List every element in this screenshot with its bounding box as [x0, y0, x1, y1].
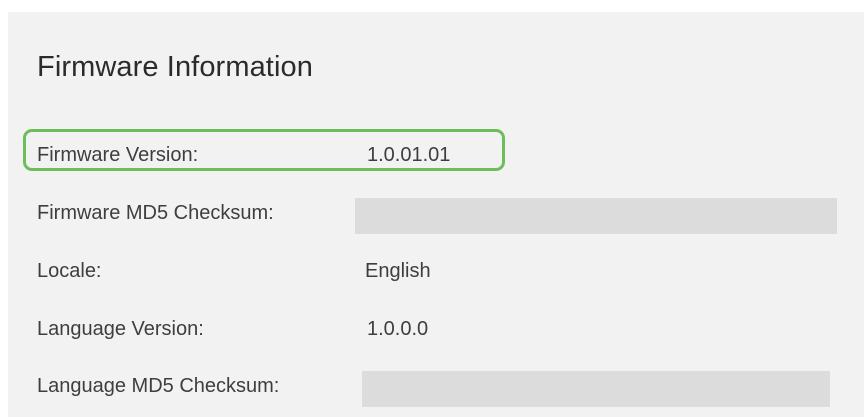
locale-label: Locale: — [37, 260, 102, 282]
firmware-version-value: 1.0.01.01 — [367, 144, 451, 166]
firmware-version-label: Firmware Version: — [37, 144, 199, 166]
locale-value: English — [365, 260, 431, 282]
language-version-value: 1.0.0.0 — [367, 318, 429, 340]
section-title: Firmware Information — [37, 51, 313, 83]
firmware-md5-checksum-label: Firmware MD5 Checksum: — [37, 202, 274, 224]
firmware-md5-checksum-redacted-value — [355, 198, 837, 234]
language-md5-checksum-redacted-value — [362, 371, 830, 407]
firmware-information-panel: Firmware Information Firmware Version: 1… — [8, 12, 864, 417]
language-md5-checksum-label: Language MD5 Checksum: — [37, 375, 280, 397]
language-version-label: Language Version: — [37, 318, 204, 340]
